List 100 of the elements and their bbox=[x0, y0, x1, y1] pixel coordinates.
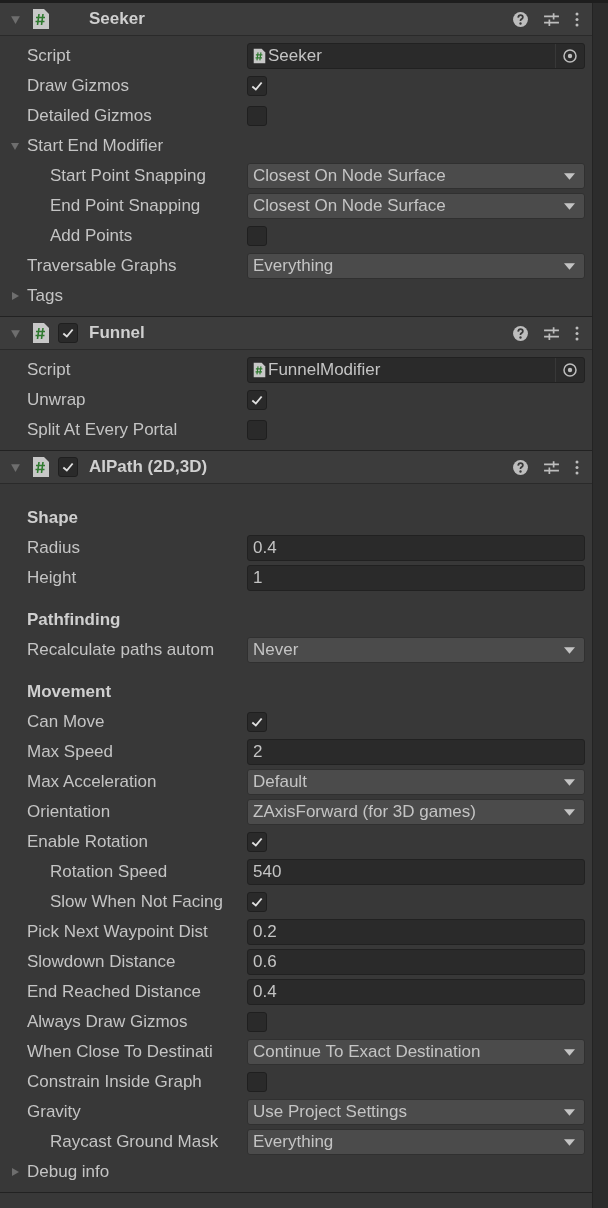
checkbox[interactable] bbox=[247, 76, 267, 96]
dropdown[interactable]: Everything bbox=[247, 253, 585, 279]
enable-checkbox[interactable] bbox=[58, 457, 78, 477]
caret-icon bbox=[564, 778, 575, 786]
field-label: Slowdown Distance bbox=[27, 952, 176, 971]
dropdown[interactable]: Default bbox=[247, 769, 585, 795]
field-label: Max Speed bbox=[27, 742, 113, 761]
component-header[interactable]: AIPath (2D,3D) bbox=[0, 451, 592, 484]
field-label: Constrain Inside Graph bbox=[27, 1072, 202, 1091]
object-name: Seeker bbox=[268, 46, 322, 66]
field-label: Script bbox=[27, 46, 71, 65]
object-name: FunnelModifier bbox=[268, 360, 381, 380]
script-icon bbox=[253, 362, 266, 378]
section-heading: Shape bbox=[27, 508, 79, 528]
menu-icon[interactable] bbox=[574, 458, 580, 476]
dropdown[interactable]: Continue To Exact Destination bbox=[247, 1039, 585, 1065]
caret-icon bbox=[564, 1108, 575, 1116]
input-field[interactable]: 540 bbox=[247, 859, 585, 885]
script-icon bbox=[32, 322, 50, 344]
enable-checkbox[interactable] bbox=[58, 323, 78, 343]
component-header[interactable]: Funnel bbox=[0, 317, 592, 350]
sliders-icon[interactable] bbox=[543, 10, 560, 28]
check-icon bbox=[250, 835, 264, 849]
field-label: Max Acceleration bbox=[27, 772, 157, 791]
help-icon[interactable] bbox=[512, 458, 529, 476]
input-field[interactable]: 0.2 bbox=[247, 919, 585, 945]
dropdown[interactable]: Never bbox=[247, 637, 585, 663]
script-icon bbox=[253, 48, 266, 64]
field-label: Script bbox=[27, 360, 71, 379]
checkbox[interactable] bbox=[247, 226, 267, 246]
check-icon bbox=[61, 326, 75, 340]
section-heading: Pathfinding bbox=[27, 610, 121, 630]
input-field[interactable]: 0.6 bbox=[247, 949, 585, 975]
field-label: Gravity bbox=[27, 1102, 81, 1121]
input-field[interactable]: 1 bbox=[247, 565, 585, 591]
foldout-label[interactable]: Start End Modifier bbox=[27, 136, 164, 156]
field-label: Recalculate paths autom bbox=[27, 640, 215, 659]
target-icon bbox=[562, 48, 578, 64]
checkbox[interactable] bbox=[247, 390, 267, 410]
dropdown[interactable]: Use Project Settings bbox=[247, 1099, 585, 1125]
checkbox[interactable] bbox=[247, 106, 267, 126]
component-title: AIPath (2D,3D) bbox=[89, 457, 208, 477]
sliders-icon[interactable] bbox=[543, 458, 560, 476]
foldout-label[interactable]: Tags bbox=[27, 286, 63, 306]
checkbox[interactable] bbox=[247, 832, 267, 852]
field-label: Pick Next Waypoint Dist bbox=[27, 922, 208, 941]
component-title: Funnel bbox=[89, 323, 145, 343]
dropdown[interactable]: Closest On Node Surface bbox=[247, 193, 585, 219]
field-label: Slow When Not Facing bbox=[50, 892, 223, 911]
target-icon bbox=[562, 362, 578, 378]
help-icon[interactable] bbox=[512, 324, 529, 342]
check-icon bbox=[250, 393, 264, 407]
field-label: Traversable Graphs bbox=[27, 256, 177, 275]
field-label: Start Point Snapping bbox=[50, 166, 206, 185]
field-label: Height bbox=[27, 568, 77, 587]
checkbox[interactable] bbox=[247, 892, 267, 912]
field-label: Radius bbox=[27, 538, 80, 557]
menu-icon[interactable] bbox=[574, 324, 580, 342]
dropdown[interactable]: ZAxisForward (for 3D games) bbox=[247, 799, 585, 825]
foldout-label[interactable]: Debug info bbox=[27, 1162, 110, 1182]
sliders-icon[interactable] bbox=[543, 324, 560, 342]
field-label: Can Move bbox=[27, 712, 105, 731]
field-label: Rotation Speed bbox=[50, 862, 168, 881]
scrollbar-track[interactable] bbox=[592, 3, 608, 1208]
field-label: When Close To Destinati bbox=[27, 1042, 213, 1061]
field-label: Add Points bbox=[50, 226, 133, 245]
help-icon[interactable] bbox=[512, 10, 529, 28]
field-label: Enable Rotation bbox=[27, 832, 148, 851]
checkbox[interactable] bbox=[247, 1072, 267, 1092]
input-field[interactable]: 0.4 bbox=[247, 979, 585, 1005]
field-label: Detailed Gizmos bbox=[27, 106, 152, 125]
field-label: End Point Snapping bbox=[50, 196, 201, 215]
script-icon bbox=[32, 8, 50, 30]
input-field[interactable]: 2 bbox=[247, 739, 585, 765]
object-field[interactable]: Seeker bbox=[247, 43, 585, 69]
caret-icon bbox=[564, 808, 575, 816]
component-title: Seeker bbox=[89, 9, 145, 29]
check-icon bbox=[61, 460, 75, 474]
field-label: Raycast Ground Mask bbox=[50, 1132, 219, 1151]
caret-icon bbox=[564, 646, 575, 654]
checkbox[interactable] bbox=[247, 712, 267, 732]
check-icon bbox=[250, 715, 264, 729]
component-header[interactable]: Seeker bbox=[0, 3, 592, 36]
caret-icon bbox=[564, 172, 575, 180]
field-label: Always Draw Gizmos bbox=[27, 1012, 188, 1031]
checkbox[interactable] bbox=[247, 420, 267, 440]
section-heading: Movement bbox=[27, 682, 112, 702]
field-label: Split At Every Portal bbox=[27, 420, 178, 439]
checkbox[interactable] bbox=[247, 1012, 267, 1032]
menu-icon[interactable] bbox=[574, 10, 580, 28]
dropdown[interactable]: Closest On Node Surface bbox=[247, 163, 585, 189]
check-icon bbox=[250, 895, 264, 909]
caret-icon bbox=[564, 202, 575, 210]
dropdown[interactable]: Everything bbox=[247, 1129, 585, 1155]
field-label: End Reached Distance bbox=[27, 982, 201, 1001]
input-field[interactable]: 0.4 bbox=[247, 535, 585, 561]
caret-icon bbox=[564, 262, 575, 270]
caret-icon bbox=[564, 1048, 575, 1056]
object-field[interactable]: FunnelModifier bbox=[247, 357, 585, 383]
script-icon bbox=[32, 456, 50, 478]
